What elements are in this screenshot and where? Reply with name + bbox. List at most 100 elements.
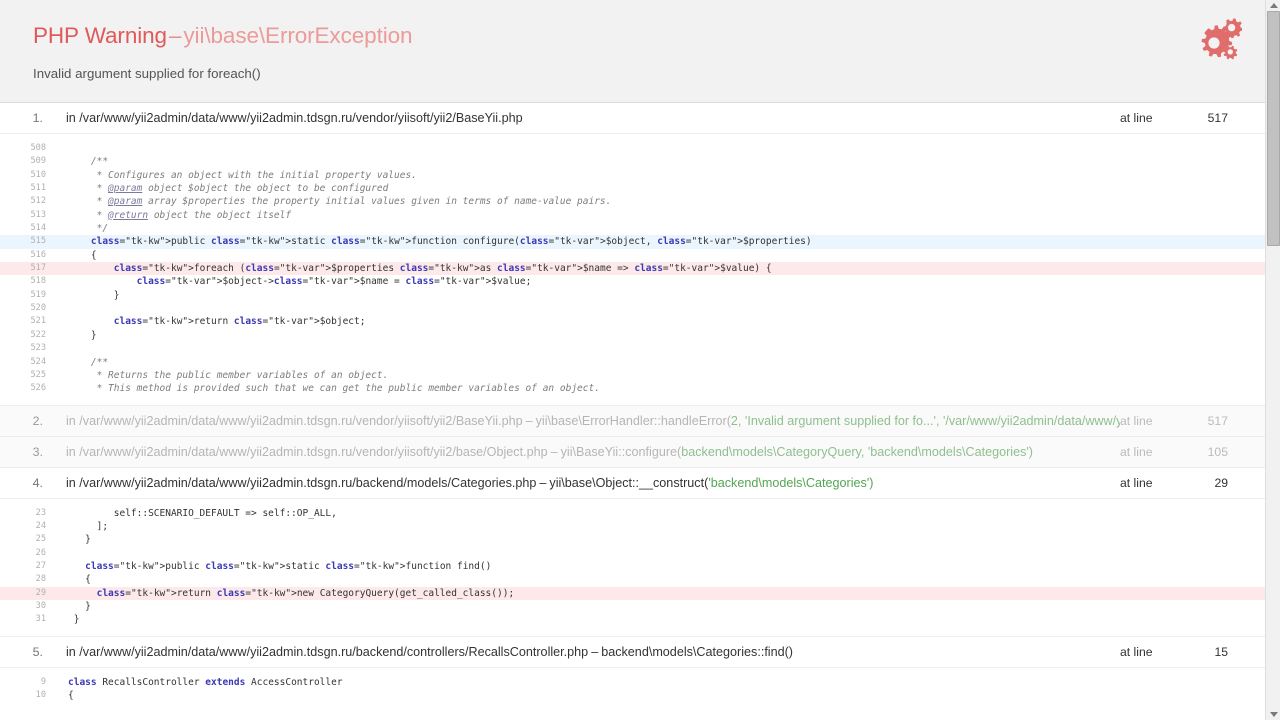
code-line-number: 522: [30, 329, 46, 340]
vertical-scrollbar[interactable]: [1265, 0, 1280, 720]
frame-at-line-label: at line: [1120, 475, 1153, 490]
code-line: 522 }: [0, 329, 1280, 342]
scroll-up-arrow-icon[interactable]: [1266, 0, 1280, 11]
stack-frame-5[interactable]: 5. in /var/www/yii2admin/data/www/yii2ad…: [0, 636, 1280, 668]
code-line-number: 518: [30, 276, 46, 287]
frame-line-number: 29: [1214, 475, 1228, 490]
code-line-number: 28: [35, 574, 46, 585]
frame-file[interactable]: in /var/www/yii2admin/data/www/yii2admin…: [66, 111, 1120, 125]
frame-index: 2.: [32, 413, 43, 428]
code-line-content: * Returns the public member variables of…: [68, 369, 389, 381]
scrollbar-thumb[interactable]: [1267, 11, 1280, 246]
gears-icon: [1186, 14, 1242, 66]
frame-file[interactable]: in /var/www/yii2admin/data/www/yii2admin…: [66, 645, 1120, 659]
code-line: 511 * @param object $object the object t…: [0, 182, 1280, 195]
code-line-number: 517: [30, 263, 46, 274]
code-line: 510 * Configures an object with the init…: [0, 169, 1280, 182]
code-line: 10 {: [0, 689, 1280, 702]
code-line: 28 {: [0, 573, 1280, 586]
code-line-number: 31: [35, 614, 46, 625]
frame-file-path: in /var/www/yii2admin/data/www/yii2admin…: [66, 111, 523, 125]
frame-call: yii\base\Object::__construct(: [549, 475, 709, 490]
stack-frame-4[interactable]: 4. in /var/www/yii2admin/data/www/yii2ad…: [0, 467, 1280, 499]
code-line-content: ];: [68, 520, 109, 532]
code-line-number: 509: [30, 156, 46, 167]
code-line: 525 * Returns the public member variable…: [0, 369, 1280, 382]
code-line: 25 }: [0, 533, 1280, 546]
frame-line-number: 105: [1207, 444, 1228, 459]
code-line-content: self::SCENARIO_DEFAULT => self::OP_ALL,: [68, 507, 337, 519]
code-line: 524 /**: [0, 356, 1280, 369]
stack-frame-3[interactable]: 3. in /var/www/yii2admin/data/www/yii2ad…: [0, 436, 1280, 468]
error-page: PHP Warning–yii\base\ErrorException Inva…: [0, 0, 1280, 720]
stack-frame-1[interactable]: 1. in /var/www/yii2admin/data/www/yii2ad…: [0, 103, 1280, 134]
code-line: 508: [0, 142, 1280, 155]
code-line: 520: [0, 302, 1280, 315]
code-line-number: 514: [30, 223, 46, 234]
code-line-number: 24: [35, 520, 46, 531]
frame-file-path: in /var/www/yii2admin/data/www/yii2admin…: [66, 644, 589, 659]
frame-line-info: at line 15: [1120, 645, 1280, 659]
frame-line-info: at line 517: [1120, 111, 1280, 125]
code-line: 24 ];: [0, 520, 1280, 533]
frame-call-args: 'backend\models\Categories'): [708, 475, 874, 490]
frame-index: 3.: [32, 444, 43, 459]
code-line: 521 class="tk-kw">return class="tk-var">…: [0, 315, 1280, 328]
code-line-content: }: [68, 534, 91, 546]
code-line: 9 class RecallsController extends AccessC…: [0, 676, 1280, 689]
frame-file[interactable]: in /var/www/yii2admin/data/www/yii2admin…: [66, 445, 1120, 459]
code-line-number: 9: [40, 676, 46, 687]
frame-at-line-label: at line: [1120, 111, 1153, 125]
code-line-content: */: [68, 223, 109, 235]
code-line-number: 10: [35, 689, 46, 700]
frame-line-number: 15: [1214, 644, 1228, 659]
frame-file[interactable]: in /var/www/yii2admin/data/www/yii2admin…: [66, 476, 1120, 490]
code-line-content: {: [68, 249, 97, 261]
code-line-number: 521: [30, 316, 46, 327]
frame-line-info: at line 517: [1120, 414, 1280, 428]
code-line-content: }: [68, 329, 97, 341]
code-line-content: [56, 302, 1280, 315]
code-line-content: * This method is provided such that we c…: [68, 383, 600, 395]
code-line: 519 }: [0, 289, 1280, 302]
code-line-number: 519: [30, 289, 46, 300]
code-line: 523: [0, 342, 1280, 355]
frame-dash: –: [539, 475, 547, 490]
code-line-number: 508: [30, 143, 46, 153]
code-line-content: class="tk-kw">return class="tk-kw">new C…: [96, 587, 515, 599]
code-line-content: * @param object $object the object to be…: [68, 183, 389, 195]
code-line: 27 class="tk-kw">public class="tk-kw">st…: [0, 560, 1280, 573]
code-line-content: }: [68, 614, 80, 626]
frame-call: yii\BaseYii::configure(: [560, 444, 682, 459]
code-line: 514 */: [0, 222, 1280, 235]
code-block-baseyii: 508 509 /** 510 * Configures an object wi…: [0, 134, 1280, 406]
code-line-content: /**: [68, 356, 109, 368]
code-line-content: [56, 342, 1280, 355]
code-line-content: [56, 142, 1280, 155]
frame-at-line-label: at line: [1120, 644, 1153, 659]
frame-index: 5.: [32, 644, 43, 659]
frame-call: backend\models\Categories::find(): [601, 644, 794, 659]
page-title-main: PHP Warning: [33, 23, 167, 48]
code-line-content: /**: [68, 156, 109, 168]
stack-frame-2[interactable]: 2. in /var/www/yii2admin/data/www/yii2ad…: [0, 405, 1280, 437]
code-line-content: class="tk-kw">return class="tk-var">$obj…: [113, 316, 366, 328]
code-line: 518 class="tk-var">$object->class="tk-va…: [0, 275, 1280, 288]
code-line: 512 * @param array $properties the prope…: [0, 195, 1280, 208]
code-line-number: 513: [30, 209, 46, 220]
frame-index: 4.: [32, 475, 43, 490]
code-line: 29 class="tk-kw">return class="tk-kw">ne…: [0, 586, 1280, 600]
frame-dash: –: [525, 413, 533, 428]
code-line-number: 27: [35, 560, 46, 571]
code-line-number: 511: [30, 183, 46, 194]
frame-line-info: at line 105: [1120, 445, 1280, 459]
code-line-number: 26: [35, 547, 46, 558]
scroll-down-arrow-icon[interactable]: [1266, 709, 1280, 720]
frame-file[interactable]: in /var/www/yii2admin/data/www/yii2admin…: [66, 414, 1120, 428]
code-line-content: }: [68, 600, 91, 612]
frame-line-info: at line 29: [1120, 476, 1280, 490]
frame-at-line-label: at line: [1120, 444, 1153, 459]
code-line: 526 * This method is provided such that …: [0, 382, 1280, 395]
code-line-content: class="tk-kw">public class="tk-kw">stati…: [90, 236, 812, 248]
code-line-number: 23: [35, 507, 46, 518]
